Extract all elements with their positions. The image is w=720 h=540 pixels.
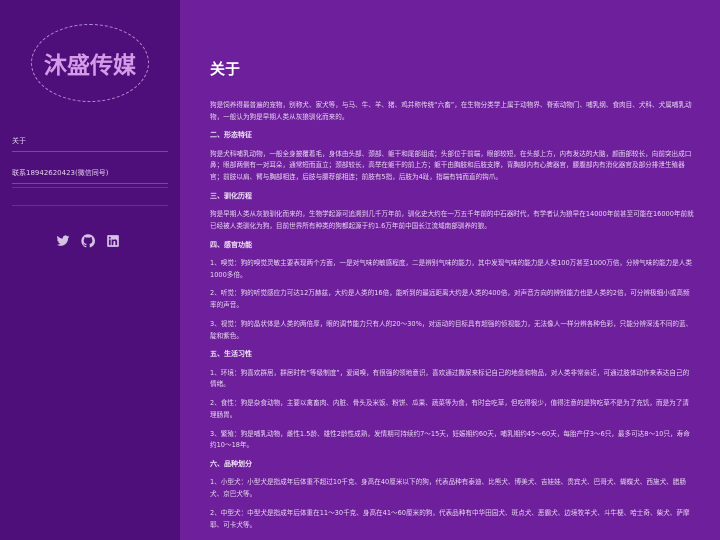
section-heading-habits: 五、生活习性: [210, 350, 252, 359]
main-content: 关于 狗是饲养得最普遍的宠物，别称犬、家犬等，与马、牛、羊、猪、鸡并称传统“六畜…: [180, 0, 720, 540]
divider: [12, 205, 168, 206]
paragraph: 3、视觉：狗的晶状体是人类的两倍厚，眼的调节能力只有人的20～30%，对运动的目…: [210, 319, 693, 340]
nav-link-about[interactable]: 关于: [12, 136, 168, 152]
section-heading-domestication: 三、驯化历程: [210, 191, 252, 200]
site-logo[interactable]: 沐盛传媒: [31, 24, 149, 102]
section-heading-senses: 四、感官功能: [210, 240, 252, 249]
intro-paragraph: 狗是饲养得最普遍的宠物，别称犬、家犬等，与马、牛、羊、猪、鸡并称传统“六畜”，在…: [210, 101, 692, 121]
social-links: [56, 233, 120, 248]
section-heading-breeds: 六、品种划分: [210, 460, 252, 469]
paragraph: 1、嗅觉：狗的嗅觉灵敏主要表现两个方面，一是对气味的敏感程度，二是辨别气味的能力…: [210, 258, 692, 279]
github-icon[interactable]: [81, 233, 95, 248]
divider: [12, 187, 168, 188]
nav-link-contact[interactable]: 联系18942620423(微信同号): [12, 168, 168, 184]
paragraph: 1、环境：狗喜欢群居，群居时有“等级制度”，爱闻嗅，有很强的领地意识，喜欢通过撒…: [210, 368, 690, 389]
paragraph: 3、繁殖：狗是哺乳动物，雌性1.5龄、雄性2龄性成熟，发情期可持续约7～15天，…: [210, 429, 690, 450]
section-heading-morphology: 二、形态特征: [210, 131, 252, 140]
paragraph: 2、食性：狗是杂食动物，主要以禽畜肉、内脏、骨头及米饭、粉饼、瓜果、蔬菜等为食，…: [210, 399, 689, 419]
paragraph: 狗是早期人类从灰狼驯化而来的，生物学起源可追溯到几千万年前，驯化史大约在一万五千…: [210, 210, 694, 230]
logo-text: 沐盛传媒: [44, 53, 136, 79]
paragraph: 1、小型犬：小型犬是指成年后体重不超过10千克、身高在40厘米以下的狗，代表品种…: [210, 478, 686, 499]
page-title: 关于: [210, 60, 241, 78]
sidebar: 沐盛传媒 关于 联系18942620423(微信同号): [0, 0, 180, 540]
paragraph: 狗是犬科哺乳动物，一般全身披覆着毛，身体由头部、颈部、躯干和尾部组成；头部位于前…: [210, 149, 692, 181]
twitter-icon[interactable]: [56, 233, 70, 247]
linkedin-icon[interactable]: [106, 233, 120, 247]
paragraph: 2、中型犬：中型犬是指成年后体重在11～30千克、身高在41～60厘米的狗，代表…: [210, 508, 690, 529]
article-body: 狗是饲养得最普遍的宠物，别称犬、家犬等，与马、牛、羊、猪、鸡并称传统“六畜”，在…: [210, 100, 694, 538]
paragraph: 2、听觉：狗的听觉感应力可达12万赫兹，大约是人类的16倍，能听到的最远距离大约…: [210, 289, 690, 310]
